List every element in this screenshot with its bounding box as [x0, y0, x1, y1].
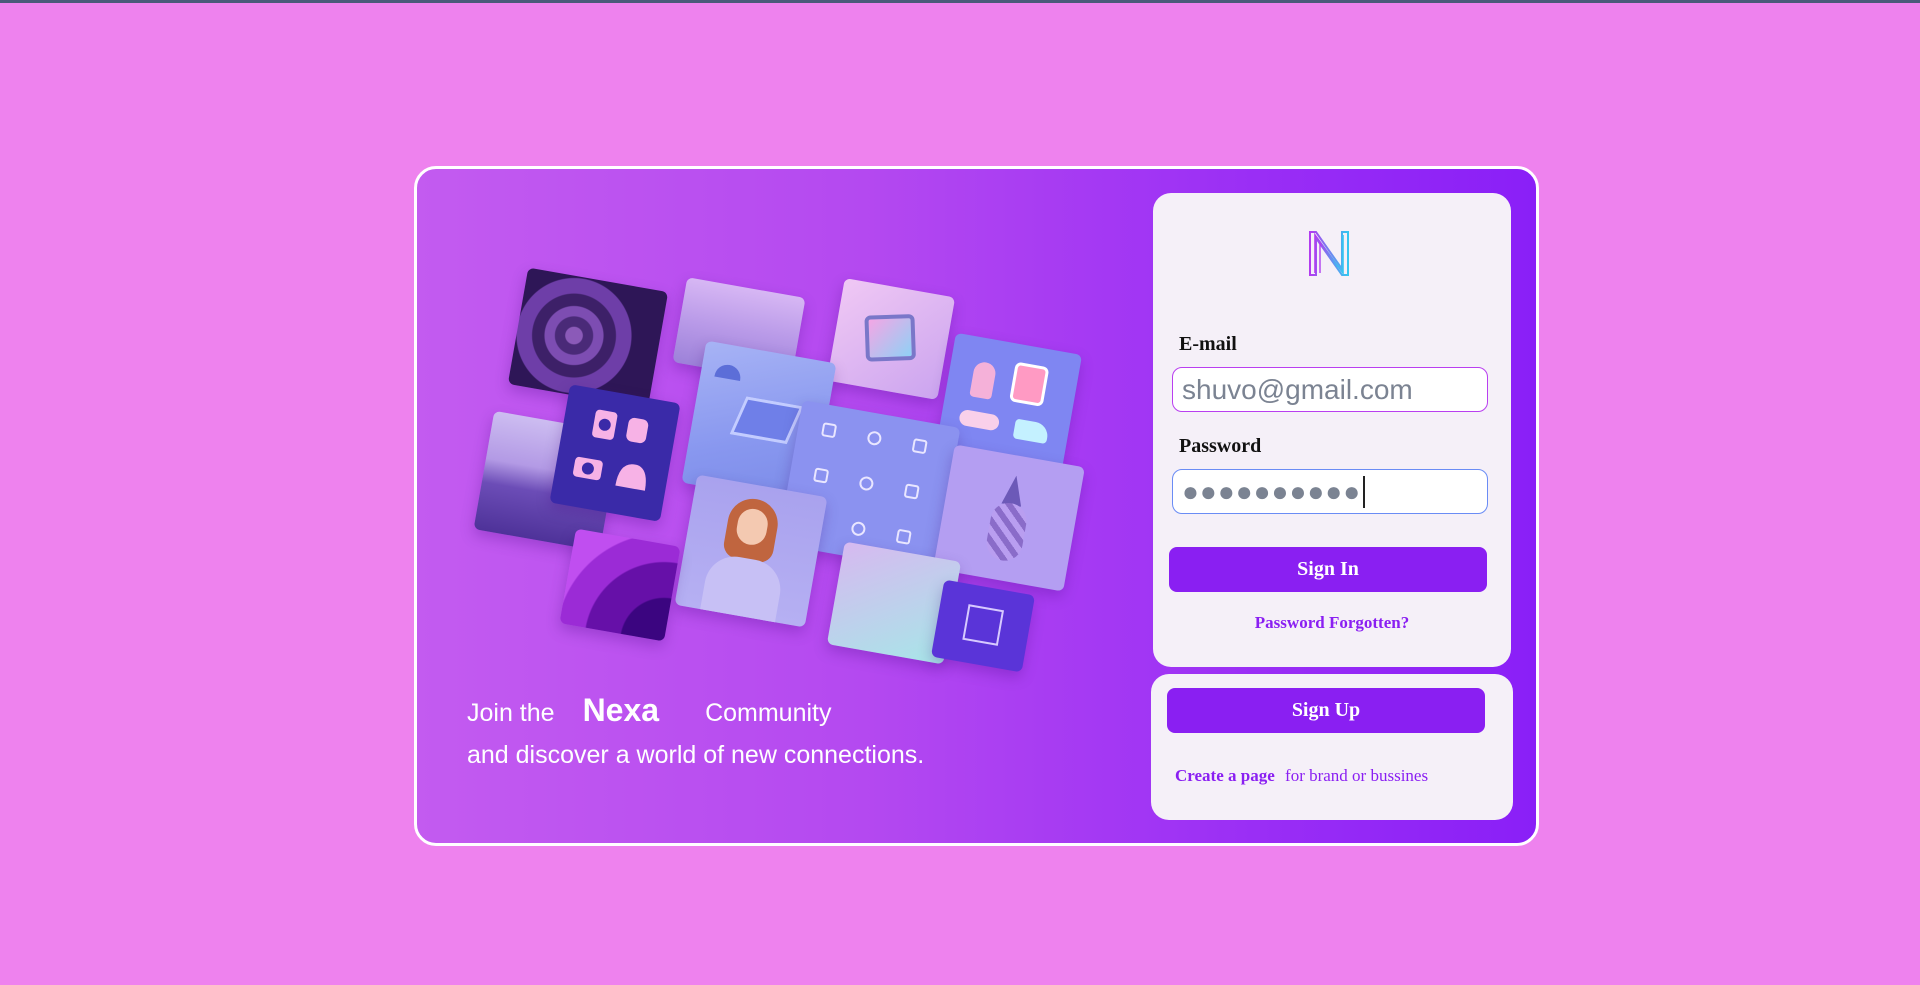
create-page-suffix: for brand or bussines — [1285, 766, 1429, 785]
signin-panel: E-mail shuvo@gmail.com Password ●●●●●●●●… — [1153, 193, 1511, 667]
password-label: Password — [1179, 435, 1262, 457]
nexa-n-logo-icon — [1309, 231, 1349, 276]
sign-up-button[interactable]: Sign Up — [1167, 688, 1485, 733]
browser-top-line — [0, 0, 1920, 3]
tagline-join-text: Join the — [467, 699, 555, 727]
password-forgotten-link[interactable]: Password Forgotten? — [1153, 613, 1511, 633]
tagline-community-text: Community — [705, 699, 832, 727]
create-page-row: Create a page for brand or bussines — [1175, 766, 1428, 786]
tablet-image — [826, 278, 956, 400]
woman-portrait-image — [674, 474, 828, 628]
abstract-wave-image — [559, 528, 681, 642]
create-page-link[interactable]: Create a page — [1175, 766, 1275, 785]
tagline-line2: and discover a world of new connections. — [467, 741, 925, 769]
gadget-icons-image — [549, 384, 681, 522]
signup-panel: Sign Up Create a page for brand or bussi… — [1151, 674, 1513, 820]
image-collage — [417, 169, 1137, 689]
login-card: Join the Nexa Community and discover a w… — [414, 166, 1539, 846]
text-caret — [1363, 475, 1366, 508]
email-label: E-mail — [1179, 333, 1237, 355]
email-field[interactable]: shuvo@gmail.com — [1172, 367, 1488, 412]
brand-name: Nexa — [582, 692, 660, 728]
password-field[interactable]: ●●●●●●●●●● — [1172, 469, 1488, 514]
sign-in-button[interactable]: Sign In — [1169, 547, 1487, 592]
community-tagline: Join the Nexa Community and discover a w… — [467, 689, 924, 776]
email-placeholder: shuvo@gmail.com — [1182, 373, 1413, 405]
book-cover-image — [930, 579, 1036, 673]
password-dots: ●●●●●●●●●● — [1182, 475, 1362, 507]
